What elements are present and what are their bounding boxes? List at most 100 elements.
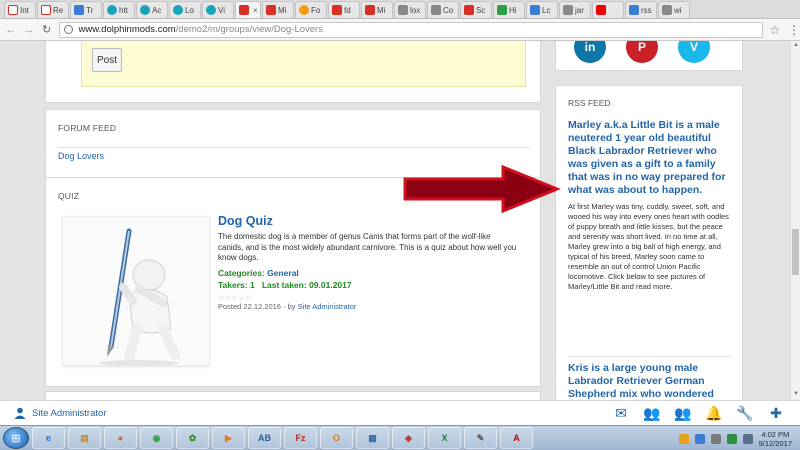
- taskbar-app-button[interactable]: ▦: [356, 427, 389, 449]
- browser-tab[interactable]: Tr: [70, 1, 102, 18]
- browser-tab[interactable]: Mi: [262, 1, 294, 18]
- page-info-icon[interactable]: [64, 25, 74, 34]
- browser-tab-strip: Int Re Tr htt Ac Lo Vi × Mi Fo fd Mi lox Co Sc Hi Lc jar r…: [0, 0, 800, 19]
- tab-label: Hi: [509, 5, 517, 15]
- url-input[interactable]: www.dolphinmods.com /demo2/m/groups/view…: [59, 21, 764, 38]
- taskbar-app-button[interactable]: X: [428, 427, 461, 449]
- browser-tab[interactable]: Hi: [493, 1, 525, 18]
- taskbar-clock[interactable]: 4:02 PM 9/12/2017: [759, 430, 792, 448]
- browser-tab[interactable]: fd: [328, 1, 360, 18]
- browser-tab[interactable]: Mi: [361, 1, 393, 18]
- taskbar-app-button[interactable]: e: [32, 427, 65, 449]
- tab-label: Sc: [476, 5, 486, 15]
- taskbar-app-button[interactable]: O: [320, 427, 353, 449]
- browser-tab[interactable]: jar: [559, 1, 591, 18]
- post-button[interactable]: Post: [92, 48, 122, 72]
- quiz-description: The domestic dog is a member of genus Ca…: [218, 232, 517, 262]
- tray-icon[interactable]: [710, 433, 721, 444]
- tab-favicon-icon: [173, 5, 183, 15]
- tray-icon[interactable]: [694, 433, 705, 444]
- current-user-link[interactable]: Site Administrator: [32, 408, 106, 419]
- forum-feed-title: FORUM FEED: [58, 123, 117, 133]
- tab-label: Ac: [152, 5, 162, 15]
- tray-icon[interactable]: [742, 433, 753, 444]
- scroll-up-icon[interactable]: ▲: [792, 42, 800, 50]
- rating-stars[interactable]: ☆☆☆☆☆: [218, 294, 252, 302]
- taskbar-app-button[interactable]: ●: [104, 427, 137, 449]
- browser-tab[interactable]: Fo: [295, 1, 327, 18]
- scroll-down-icon[interactable]: ▼: [792, 391, 800, 399]
- linkedin-icon[interactable]: in: [574, 41, 606, 63]
- page-content: Post FORUM FEED Dog Lovers QUIZ Dog Quiz…: [0, 41, 790, 400]
- taskbar-app-button[interactable]: ▤: [68, 427, 101, 449]
- back-icon[interactable]: ←: [4, 23, 18, 37]
- red-arrow-annotation: [403, 165, 561, 214]
- browser-tab[interactable]: lox: [394, 1, 426, 18]
- categories-value-link[interactable]: General: [267, 268, 299, 278]
- wrench-icon[interactable]: 🔧: [736, 405, 754, 421]
- clock-time: 4:02 PM: [761, 429, 790, 439]
- bell-icon[interactable]: 🔔: [705, 405, 723, 421]
- taskbar-app-button[interactable]: Fz: [284, 427, 317, 449]
- groups-icon[interactable]: 👥: [674, 405, 692, 421]
- taskbar-app-button[interactable]: ▶: [212, 427, 245, 449]
- tab-favicon-icon: [140, 5, 150, 15]
- browser-tab[interactable]: htt: [103, 1, 135, 18]
- forward-icon[interactable]: →: [22, 23, 36, 37]
- taskbar-app-button[interactable]: ◉: [140, 427, 173, 449]
- browser-tab[interactable]: Lc: [526, 1, 558, 18]
- tab-label: Lc: [542, 5, 551, 15]
- reload-icon[interactable]: ↻: [40, 23, 54, 37]
- posted-text: Posted 22.12.2016 · by: [218, 302, 296, 311]
- tab-label: Co: [443, 5, 454, 15]
- toolbar-icons: ✉ 👥 👥 🔔 🔧 ✚: [612, 405, 798, 421]
- quiz-thumbnail[interactable]: [62, 216, 210, 366]
- tab-label: Fo: [311, 5, 321, 15]
- start-button[interactable]: ⊞: [3, 427, 29, 449]
- tray-icon[interactable]: [726, 433, 737, 444]
- friends-icon[interactable]: 👥: [643, 405, 661, 421]
- taskbar-app-button[interactable]: ✎: [464, 427, 497, 449]
- plus-icon[interactable]: ✚: [767, 405, 785, 421]
- next-card: [45, 391, 541, 400]
- vimeo-icon[interactable]: V: [678, 41, 710, 63]
- page-scrollbar[interactable]: ▲ ▼: [790, 41, 800, 400]
- rss-item-body: At first Marley was tiny, cuddly, sweet,…: [568, 202, 729, 291]
- forum-link-dog-lovers[interactable]: Dog Lovers: [58, 151, 104, 161]
- browser-tab[interactable]: Ac: [136, 1, 168, 18]
- browser-tab[interactable]: rss: [625, 1, 657, 18]
- tab-favicon-icon: [596, 5, 606, 15]
- browser-tab[interactable]: ×: [235, 1, 261, 18]
- bookmark-star-icon[interactable]: ☆: [769, 23, 780, 37]
- taskbar-app-button[interactable]: AB: [248, 427, 281, 449]
- tray-icon[interactable]: [678, 433, 689, 444]
- tab-favicon-icon: [464, 5, 474, 15]
- taskbar-app-button[interactable]: ◆: [392, 427, 425, 449]
- tab-favicon-icon: [629, 5, 639, 15]
- browser-tab[interactable]: wi: [658, 1, 690, 18]
- last-taken-label: Last taken:: [261, 280, 307, 290]
- close-tab-icon[interactable]: ×: [253, 6, 258, 15]
- tab-label: htt: [119, 5, 128, 15]
- taskbar-app-button[interactable]: ✿: [176, 427, 209, 449]
- browser-tab[interactable]: Co: [427, 1, 459, 18]
- scrollbar-thumb[interactable]: [792, 229, 799, 275]
- rss-item-title-link[interactable]: Kris is a large young male Labrador Retr…: [568, 362, 738, 400]
- browser-tab[interactable]: [592, 1, 624, 18]
- last-taken-value: 09.01.2017: [309, 280, 352, 290]
- pinterest-icon[interactable]: P: [626, 41, 658, 63]
- envelope-icon[interactable]: ✉: [612, 405, 630, 421]
- browser-menu-icon[interactable]: ⋮: [788, 23, 800, 37]
- rss-feed-title: RSS FEED: [568, 98, 611, 108]
- quiz-title-link[interactable]: Dog Quiz: [218, 214, 273, 228]
- browser-tab[interactable]: Lo: [169, 1, 201, 18]
- browser-tab[interactable]: Re: [37, 1, 69, 18]
- browser-tab[interactable]: Sc: [460, 1, 492, 18]
- tab-label: Re: [53, 5, 64, 15]
- browser-tab[interactable]: Int: [4, 1, 36, 18]
- rss-item-title-link[interactable]: Marley a.k.a Little Bit is a male neuter…: [568, 119, 736, 197]
- author-link[interactable]: Site Administrator: [298, 302, 357, 311]
- browser-tab[interactable]: Vi: [202, 1, 234, 18]
- tab-label: lox: [410, 5, 421, 15]
- taskbar-app-button[interactable]: A: [500, 427, 533, 449]
